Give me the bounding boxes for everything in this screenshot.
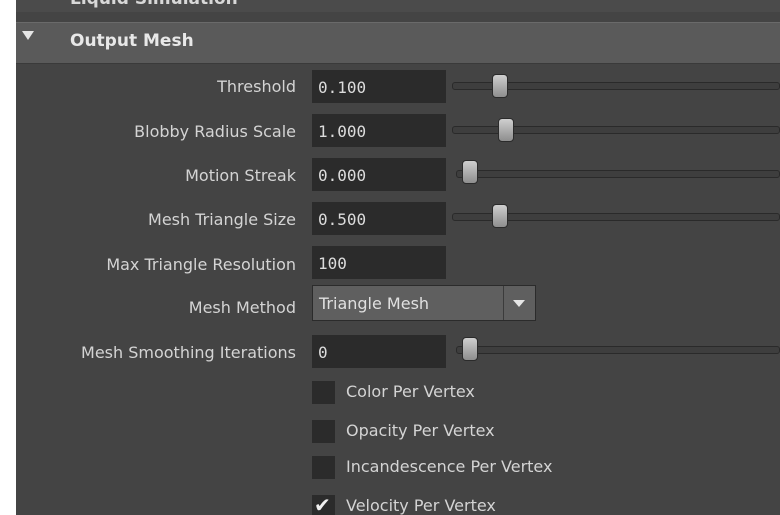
- checkbox-box[interactable]: [312, 381, 335, 404]
- dropdown-separator: [503, 286, 504, 320]
- chevron-down-icon[interactable]: [513, 300, 525, 307]
- checkbox-label: Velocity Per Vertex: [346, 496, 496, 515]
- blobby-radius-scale-slider-handle[interactable]: [497, 118, 514, 142]
- mesh-smoothing-iterations-slider[interactable]: [456, 346, 780, 354]
- max-triangle-resolution-label: Max Triangle Resolution: [106, 255, 296, 274]
- threshold-slider-handle[interactable]: [491, 74, 508, 98]
- mesh-triangle-size-label: Mesh Triangle Size: [148, 210, 296, 229]
- checkbox-box[interactable]: [312, 420, 335, 443]
- mesh-method-selected: Triangle Mesh: [319, 294, 430, 313]
- max-triangle-resolution-field[interactable]: 100: [312, 246, 446, 279]
- checkbox-box[interactable]: [312, 456, 335, 479]
- blobby-radius-scale-field[interactable]: 1.000: [312, 114, 446, 147]
- mesh-smoothing-iterations-field[interactable]: 0: [312, 335, 446, 368]
- checkmark-icon: ✔: [314, 493, 331, 515]
- threshold-label: Threshold: [217, 77, 296, 96]
- motion-streak-label: Motion Streak: [185, 166, 296, 185]
- previous-section-header[interactable]: Liquid Simulation: [16, 0, 780, 12]
- mesh-triangle-size-slider-handle[interactable]: [491, 204, 508, 228]
- mesh-smoothing-iterations-label: Mesh Smoothing Iterations: [81, 343, 296, 362]
- mesh-method-label: Mesh Method: [188, 298, 296, 317]
- motion-streak-slider-handle[interactable]: [462, 160, 478, 184]
- motion-streak-field[interactable]: 0.000: [312, 158, 446, 191]
- checkbox-box[interactable]: ✔: [312, 493, 335, 515]
- collapse-arrow-icon[interactable]: [22, 31, 34, 40]
- threshold-field[interactable]: 0.100: [312, 70, 446, 103]
- blobby-radius-scale-label: Blobby Radius Scale: [134, 122, 296, 141]
- output-mesh-section-header[interactable]: Output Mesh: [16, 22, 780, 64]
- mesh-method-dropdown[interactable]: Triangle Mesh: [312, 285, 536, 321]
- mesh-triangle-size-field[interactable]: 0.500: [312, 202, 446, 235]
- section-title: Output Mesh: [70, 31, 194, 51]
- checkbox-label: Incandescence Per Vertex: [346, 457, 553, 476]
- mesh-smoothing-iterations-slider-handle[interactable]: [462, 337, 478, 361]
- motion-streak-slider[interactable]: [456, 170, 780, 178]
- attribute-editor-panel: Liquid Simulation Output Mesh Threshold …: [16, 0, 780, 515]
- previous-section-title: Liquid Simulation: [70, 0, 238, 9]
- checkbox-label: Color Per Vertex: [346, 382, 475, 401]
- checkbox-label: Opacity Per Vertex: [346, 421, 495, 440]
